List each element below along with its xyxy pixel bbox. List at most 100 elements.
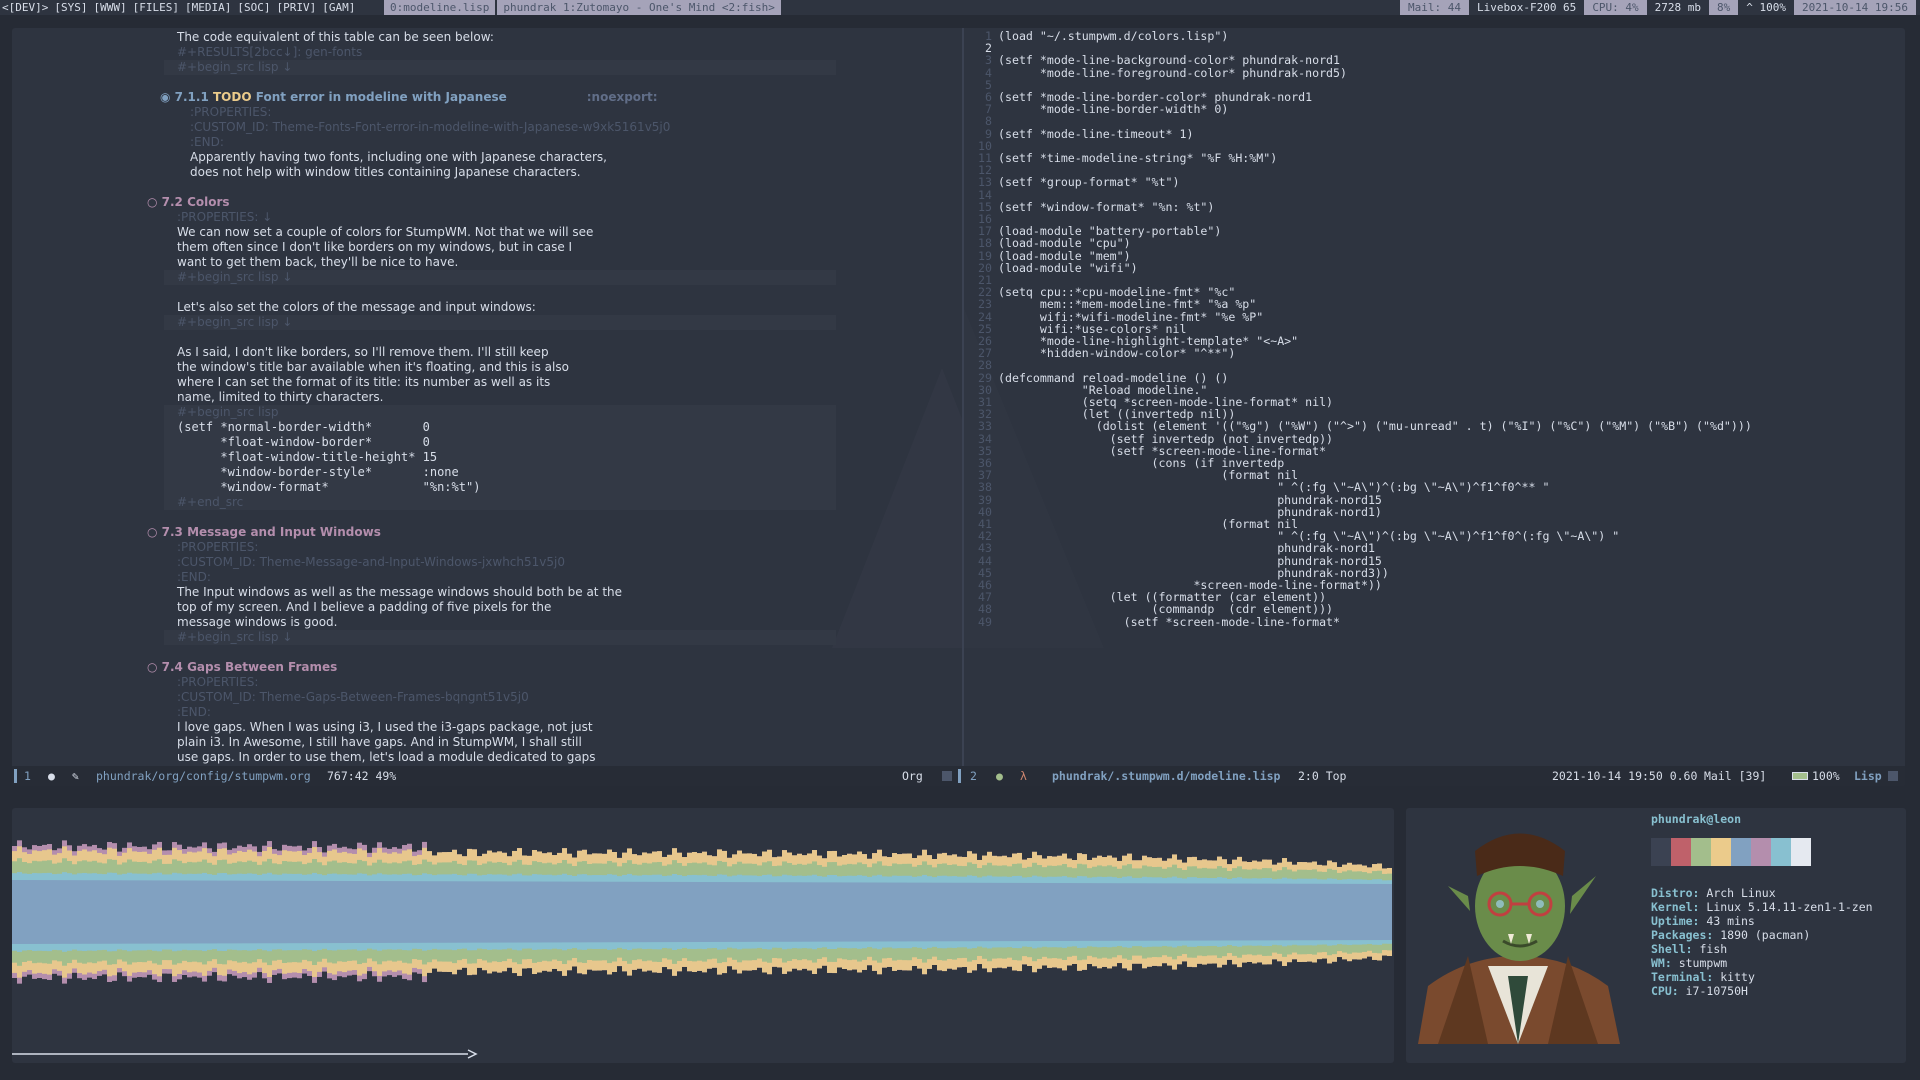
group-2[interactable]: [WWW] xyxy=(93,1,126,14)
code-line[interactable]: 15 (setf *window-format* "%n: %t") xyxy=(964,201,1905,213)
org-text-line[interactable]: #+RESULTS[2bcc↓]: gen-fonts xyxy=(177,45,362,60)
org-text-line[interactable]: use gaps. In order to use them, let's lo… xyxy=(177,750,596,765)
org-text-line[interactable]: The Input windows as well as the message… xyxy=(177,585,622,600)
org-heading[interactable]: ○ 7.4 Gaps Between Frames xyxy=(147,660,337,675)
line-number: 3 xyxy=(985,53,992,68)
group-3[interactable]: [FILES] xyxy=(133,1,179,14)
org-text-line[interactable]: Apparently having two fonts, including o… xyxy=(190,150,607,165)
neofetch-key: CPU: xyxy=(1651,984,1686,998)
org-text-line[interactable]: *float-window-border* 0 xyxy=(177,435,430,450)
palette-swatch xyxy=(1771,838,1791,866)
org-text-line[interactable]: #+begin_src lisp ↓ xyxy=(177,315,292,330)
org-text-line[interactable]: :PROPERTIES: xyxy=(177,540,258,555)
palette-swatch xyxy=(1691,838,1711,866)
org-text-line[interactable]: :END: xyxy=(190,135,224,150)
window-tab-0[interactable]: 0:modeline.lisp xyxy=(384,0,496,15)
org-text-line[interactable]: the window's title bar available when it… xyxy=(177,360,569,375)
code-line[interactable]: 11 (setf *time-modeline-string* "%F %H:%M… xyxy=(964,152,1905,164)
org-text-line[interactable]: #+end_src xyxy=(177,495,243,510)
modified-indicator-icon: ● xyxy=(996,769,1003,783)
org-text-line[interactable]: :CUSTOM_ID: Theme-Fonts-Font-error-in-mo… xyxy=(190,120,670,135)
neofetch-value: 43 mins xyxy=(1706,914,1755,928)
org-line-text: them often since I don't like borders on… xyxy=(177,240,573,254)
org-text-line[interactable]: #+begin_src lisp ↓ xyxy=(177,60,292,75)
code-line[interactable]: 7 *mode-line-border-width* 0) xyxy=(964,103,1905,115)
org-text-line[interactable]: them often since I don't like borders on… xyxy=(177,240,572,255)
org-text-line[interactable]: We can now set a couple of colors for St… xyxy=(177,225,593,240)
org-text-line[interactable]: :END: xyxy=(177,705,211,720)
org-text-line[interactable]: I love gaps. When I was using i3, I used… xyxy=(177,720,593,735)
code-line[interactable]: 27 *hidden-window-color* "^**") xyxy=(964,347,1905,359)
code-line[interactable]: 49 (setf *screen-mode-line-format* xyxy=(964,615,1905,627)
org-text-line[interactable]: The code equivalent of this table can be… xyxy=(177,30,494,45)
line-number: 44 xyxy=(978,553,992,568)
group-4[interactable]: [MEDIA] xyxy=(185,1,231,14)
org-line-text: message windows is good. xyxy=(177,615,338,629)
modeline-right: 2 ● λ phundrak/.stumpwm.d/modeline.lisp … xyxy=(958,766,1905,786)
org-line-text: #+begin_src lisp ↓ xyxy=(177,60,293,74)
org-text-line[interactable]: #+begin_src lisp ↓ xyxy=(177,270,292,285)
status-area: Mail: 44 Livebox-F200 65 CPU: 4% 2728 mb 8% ^… xyxy=(1399,0,1916,15)
code-line[interactable]: 13 (setf *group-format* "%t") xyxy=(964,176,1905,188)
org-text-line[interactable]: where I can set the format of its title:… xyxy=(177,375,550,390)
neofetch-value: 1890 (pacman) xyxy=(1720,928,1811,942)
org-buffer-pane[interactable]: The code equivalent of this table can be… xyxy=(12,28,962,766)
mail-count[interactable]: Mail [39] xyxy=(1704,766,1766,786)
neofetch-row: CPU: i7-10750H xyxy=(1651,984,1748,998)
org-text-line[interactable]: :CUSTOM_ID: Theme-Gaps-Between-Frames-bq… xyxy=(177,690,529,705)
org-line-text: Apparently having two fonts, including o… xyxy=(190,150,607,164)
buffer-name[interactable]: phundrak/org/config/stumpwm.org xyxy=(96,766,311,786)
org-line-text: does not help with window titles contain… xyxy=(190,165,581,179)
org-text-line[interactable]: message windows is good. xyxy=(177,615,337,630)
major-mode[interactable]: Org xyxy=(902,766,923,786)
buffer-name[interactable]: phundrak/.stumpwm.d/modeline.lisp xyxy=(1052,766,1280,786)
org-line-text: :PROPERTIES: xyxy=(190,105,272,119)
buffer-position: 2:0 Top xyxy=(1298,769,1347,783)
org-text-line[interactable]: does not help with window titles contain… xyxy=(190,165,581,180)
org-text-line[interactable]: :PROPERTIES: ↓ xyxy=(177,210,272,225)
line-number: 24 xyxy=(978,309,992,324)
org-text-line[interactable]: want to get them back, they'll be nice t… xyxy=(177,255,458,270)
org-text-line[interactable]: :CUSTOM_ID: Theme-Message-and-Input-Wind… xyxy=(177,555,565,570)
org-heading[interactable]: ○ 7.2 Colors xyxy=(147,195,230,210)
major-mode[interactable]: Lisp xyxy=(1854,766,1882,786)
group-0[interactable]: <[DEV]> xyxy=(2,1,48,14)
status-item-5: ^ 100% xyxy=(1746,1,1787,14)
org-text-line[interactable]: #+begin_src lisp ↓ xyxy=(177,630,292,645)
neofetch-key: Kernel: xyxy=(1651,900,1707,914)
color-palette xyxy=(1651,838,1811,866)
org-text-line[interactable]: name, limited to thirty characters. xyxy=(177,390,383,405)
org-heading[interactable]: ◉ 7.1.1 TODO Font error in modeline with… xyxy=(160,90,658,105)
audio-visualizer xyxy=(12,808,1394,1063)
neofetch-value: Linux 5.14.11-zen1-1-zen xyxy=(1706,900,1873,914)
org-heading[interactable]: ○ 7.3 Message and Input Windows xyxy=(147,525,381,540)
neofetch-key: Terminal: xyxy=(1651,970,1721,984)
code-line[interactable]: 4 *mode-line-foreground-color* phundrak-… xyxy=(964,66,1905,78)
org-text-line[interactable]: As I said, I don't like borders, so I'll… xyxy=(177,345,549,360)
org-text-line[interactable]: #+begin_src lisp xyxy=(177,405,279,420)
org-text-line[interactable]: *float-window-title-height* 15 xyxy=(177,450,437,465)
group-7[interactable]: [GAM] xyxy=(322,1,355,14)
group-1[interactable]: [SYS] xyxy=(54,1,87,14)
org-text-line[interactable]: :END: xyxy=(177,570,211,585)
org-text-line[interactable]: *window-border-style* :none xyxy=(177,465,458,480)
org-line-text: use gaps. In order to use them, let's lo… xyxy=(177,750,596,764)
group-5[interactable]: [SOC] xyxy=(237,1,270,14)
org-text-line[interactable]: :PROPERTIES: xyxy=(190,105,271,120)
window-tab-1[interactable]: phundrak 1:Zutomayo - One's Mind <2:fish… xyxy=(497,0,781,15)
org-text-line[interactable]: plain i3. In Awesome, I still have gaps.… xyxy=(177,735,582,750)
top-modeline: <[DEV]> [SYS] [WWW] [FILES] [MEDIA] [SOC] [PRI… xyxy=(0,0,1920,15)
group-6[interactable]: [PRIV] xyxy=(276,1,316,14)
org-text-line[interactable]: top of my screen. And I believe a paddin… xyxy=(177,600,551,615)
neofetch-terminal[interactable]: phundrak@leon Distro: Arch Linux Kernel: … xyxy=(1406,808,1906,1063)
code-line[interactable]: 9 (setf *mode-line-timeout* 1) xyxy=(964,127,1905,139)
org-text-line[interactable]: Let's also set the colors of the message… xyxy=(177,300,536,315)
org-text-line[interactable]: (setf *normal-border-width* 0 xyxy=(177,420,430,435)
lisp-buffer-pane[interactable]: 1 (load "~/.stumpwm.d/colors.lisp") 2 3 (set… xyxy=(964,28,1905,766)
code-line[interactable]: 1 (load "~/.stumpwm.d/colors.lisp") xyxy=(964,30,1905,42)
code-line[interactable]: 20 (load-module "wifi") xyxy=(964,262,1905,274)
org-text-line[interactable]: *window-format* "%n:%t") xyxy=(177,480,480,495)
org-text-line[interactable]: :PROPERTIES: xyxy=(177,675,258,690)
org-line-text: *float-window-title-height* 15 xyxy=(177,450,438,464)
window-number: 1 xyxy=(24,769,31,783)
